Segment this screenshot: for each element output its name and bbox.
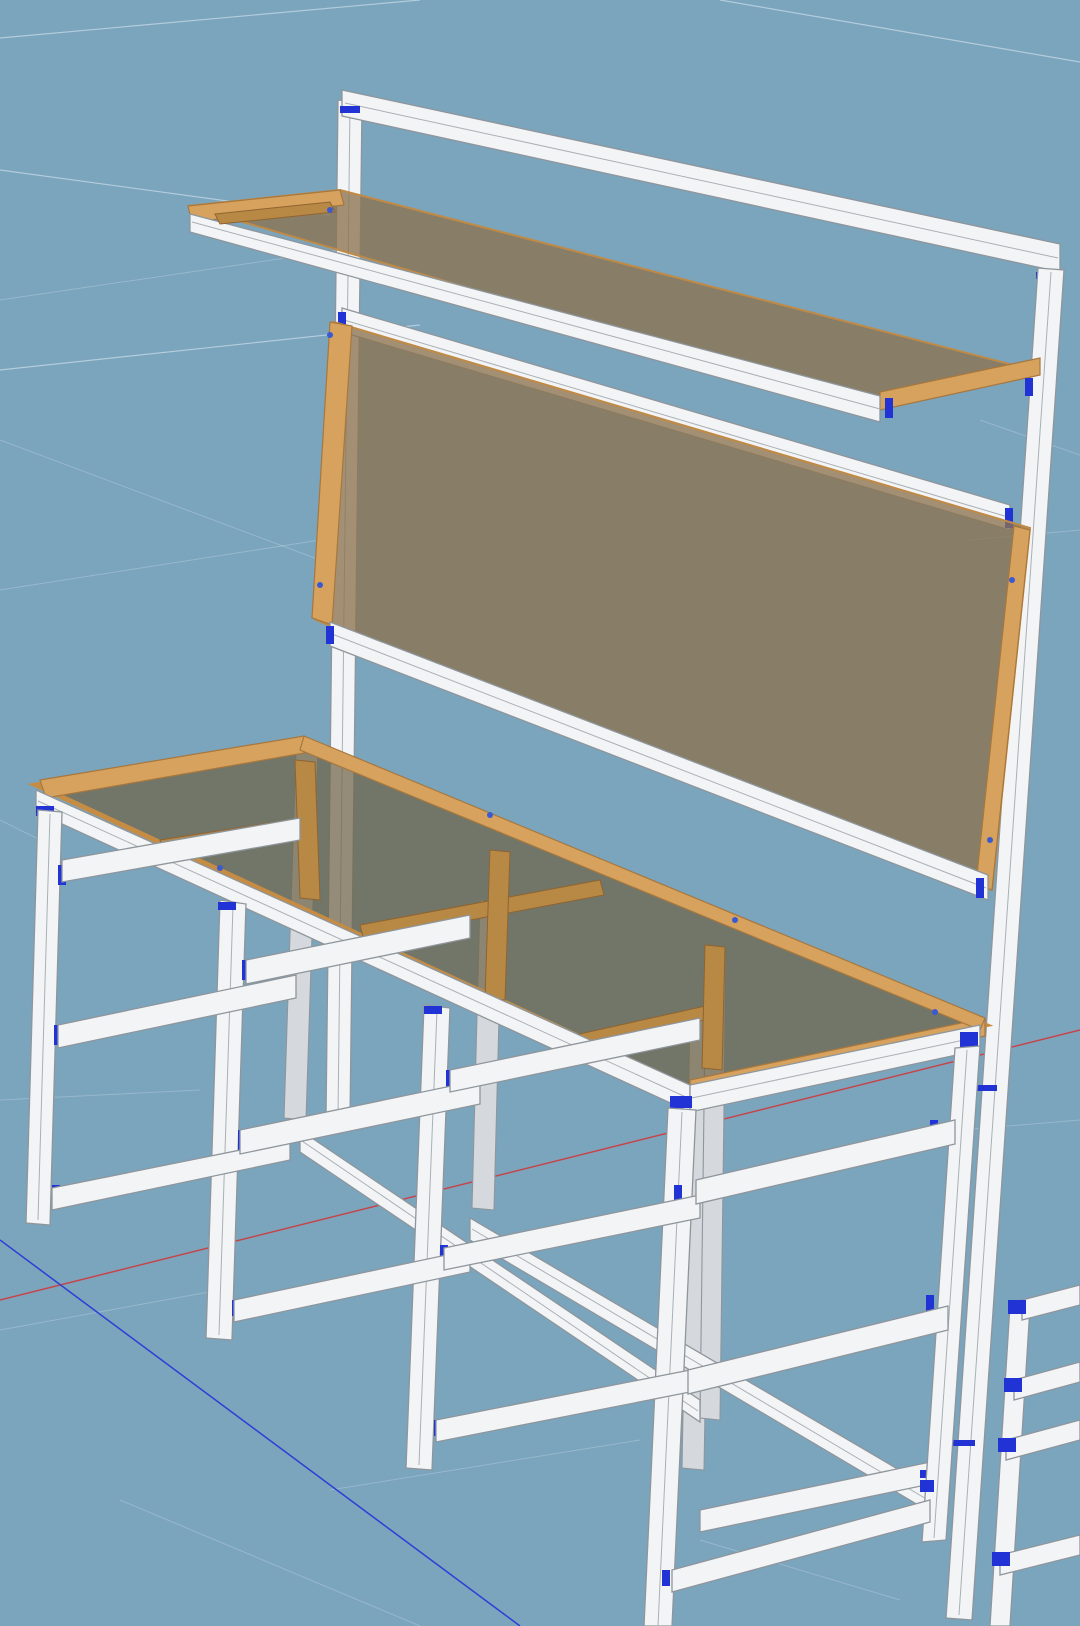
workbench-3d-model[interactable] xyxy=(0,0,1080,1626)
front-leg-2[interactable] xyxy=(205,899,250,1341)
cad-3d-viewport[interactable] xyxy=(0,0,1080,1626)
front-leg-1[interactable] xyxy=(25,809,66,1226)
adjacent-bench-partial[interactable] xyxy=(989,1284,1080,1626)
